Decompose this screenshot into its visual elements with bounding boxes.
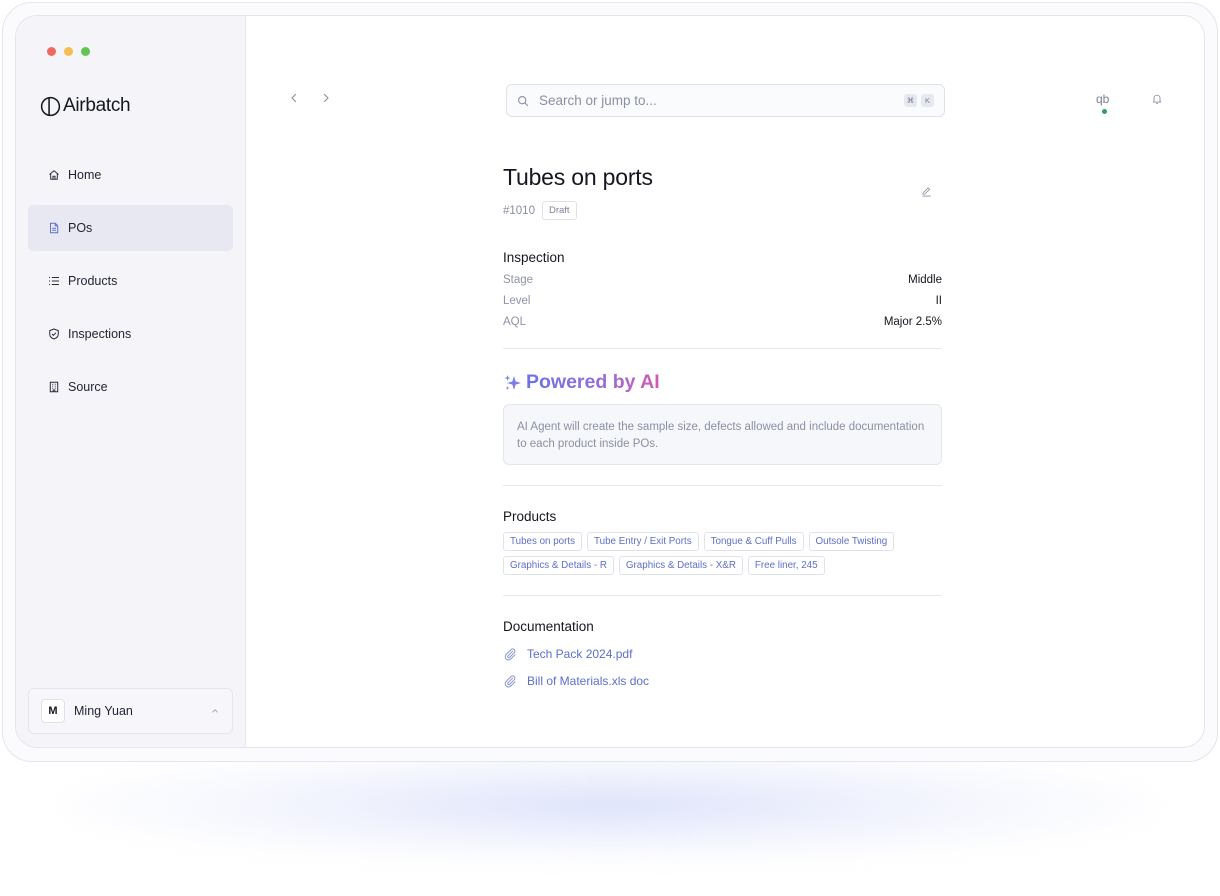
window-shadow-glow bbox=[60, 745, 1160, 865]
shield-check-icon bbox=[49, 328, 59, 340]
products-section: Products Tubes on ports Tube Entry / Exi… bbox=[503, 509, 942, 575]
product-tag[interactable]: Tongue & Cuff Pulls bbox=[703, 532, 804, 551]
sidebar-item-label: POs bbox=[68, 221, 93, 235]
product-tags: Tubes on ports Tube Entry / Exit Ports T… bbox=[503, 532, 933, 575]
shortcut-key-k: K bbox=[921, 94, 934, 107]
po-number: #1010 bbox=[503, 204, 535, 217]
pencil-icon[interactable] bbox=[921, 186, 932, 197]
search-bar[interactable]: ⌘ K bbox=[506, 84, 945, 117]
sparkles-icon bbox=[504, 374, 521, 390]
sidebar-item-label: Inspections bbox=[68, 327, 132, 341]
sidebar-item-products[interactable]: Products bbox=[28, 258, 233, 304]
sidebar-item-home[interactable]: Home bbox=[28, 152, 233, 198]
sidebar-item-label: Products bbox=[68, 274, 118, 288]
po-meta: #1010 Draft bbox=[503, 201, 942, 220]
search-input[interactable] bbox=[539, 93, 900, 108]
document-icon bbox=[50, 222, 59, 234]
sidebar-item-label: Source bbox=[68, 380, 108, 394]
quickbooks-icon[interactable]: qb bbox=[1096, 92, 1109, 106]
status-badge: Draft bbox=[541, 201, 577, 220]
app-window: Airbatch Home POs Products Inspections S… bbox=[15, 15, 1205, 748]
ai-title: Powered by AI bbox=[526, 371, 660, 393]
sidebar-item-label: Home bbox=[68, 168, 102, 182]
bell-icon[interactable] bbox=[1151, 93, 1163, 105]
connection-status-dot bbox=[1102, 109, 1107, 114]
minimize-window-button[interactable] bbox=[64, 47, 73, 56]
paperclip-icon bbox=[504, 675, 516, 688]
app-logo[interactable]: Airbatch bbox=[40, 95, 131, 117]
ai-description-box: AI Agent will create the sample size, de… bbox=[503, 404, 942, 465]
inspection-row-aql: AQL Major 2.5% bbox=[503, 316, 942, 328]
product-tag[interactable]: Tubes on ports bbox=[503, 532, 582, 551]
user-name: Ming Yuan bbox=[74, 704, 133, 718]
document-name: Tech Pack 2024.pdf bbox=[527, 647, 633, 661]
product-tag[interactable]: Free liner, 245 bbox=[747, 556, 825, 575]
documentation-section: Documentation Tech Pack 2024.pdf Bill of… bbox=[503, 619, 942, 688]
paperclip-icon bbox=[504, 648, 516, 661]
document-link[interactable]: Tech Pack 2024.pdf bbox=[503, 647, 942, 661]
search-icon bbox=[518, 95, 529, 106]
section-divider bbox=[503, 595, 942, 596]
chevron-up-icon bbox=[212, 709, 218, 713]
main-content: ⌘ K qb Tubes on ports #1010 Draft Inspec… bbox=[246, 16, 1204, 747]
list-icon bbox=[49, 276, 59, 286]
inspection-value: Middle bbox=[908, 274, 942, 286]
document-name: Bill of Materials.xls doc bbox=[527, 674, 650, 688]
inspection-row-level: Level II bbox=[503, 295, 942, 307]
po-detail: Tubes on ports #1010 Draft Inspection St… bbox=[503, 164, 942, 688]
product-tag[interactable]: Graphics & Details - X&R bbox=[618, 556, 743, 575]
home-icon bbox=[49, 170, 59, 180]
document-link[interactable]: Bill of Materials.xls doc bbox=[503, 674, 942, 688]
inspection-section: Inspection Stage Middle Level II AQL Maj… bbox=[503, 250, 942, 328]
sidebar-item-source[interactable]: Source bbox=[28, 364, 233, 410]
section-divider bbox=[503, 485, 942, 486]
maximize-window-button[interactable] bbox=[81, 47, 90, 56]
product-tag[interactable]: Tube Entry / Exit Ports bbox=[587, 532, 699, 551]
sidebar-item-pos[interactable]: POs bbox=[28, 205, 233, 251]
section-divider bbox=[503, 348, 942, 349]
close-window-button[interactable] bbox=[47, 47, 56, 56]
inspection-row-stage: Stage Middle bbox=[503, 274, 942, 286]
window-controls bbox=[47, 47, 90, 56]
sidebar-item-inspections[interactable]: Inspections bbox=[28, 311, 233, 357]
inspection-value: Major 2.5% bbox=[883, 316, 942, 328]
documentation-heading: Documentation bbox=[503, 619, 594, 634]
product-tag[interactable]: Graphics & Details - R bbox=[503, 556, 614, 575]
inspection-key: Stage bbox=[503, 274, 534, 286]
sidebar: Airbatch Home POs Products Inspections S… bbox=[16, 16, 246, 747]
page-title: Tubes on ports bbox=[503, 164, 653, 190]
inspection-key: AQL bbox=[503, 316, 527, 328]
back-arrow-icon[interactable] bbox=[288, 92, 300, 104]
app-name: Airbatch bbox=[63, 95, 131, 116]
user-menu[interactable]: M Ming Yuan bbox=[28, 688, 233, 734]
products-heading: Products bbox=[503, 509, 557, 524]
inspection-value: II bbox=[935, 295, 942, 307]
forward-arrow-icon[interactable] bbox=[320, 92, 332, 104]
inspection-heading: Inspection bbox=[503, 250, 565, 265]
shortcut-key-cmd: ⌘ bbox=[904, 94, 917, 107]
product-tag[interactable]: Outsole Twisting bbox=[808, 532, 895, 551]
avatar: M bbox=[41, 699, 65, 723]
building-icon bbox=[49, 381, 59, 393]
history-nav bbox=[288, 92, 332, 104]
ai-heading: Powered by AI bbox=[503, 371, 942, 394]
airbatch-logo-icon bbox=[40, 96, 61, 116]
sidebar-nav: Home POs Products Inspections Source bbox=[28, 152, 233, 417]
inspection-key: Level bbox=[503, 295, 531, 307]
